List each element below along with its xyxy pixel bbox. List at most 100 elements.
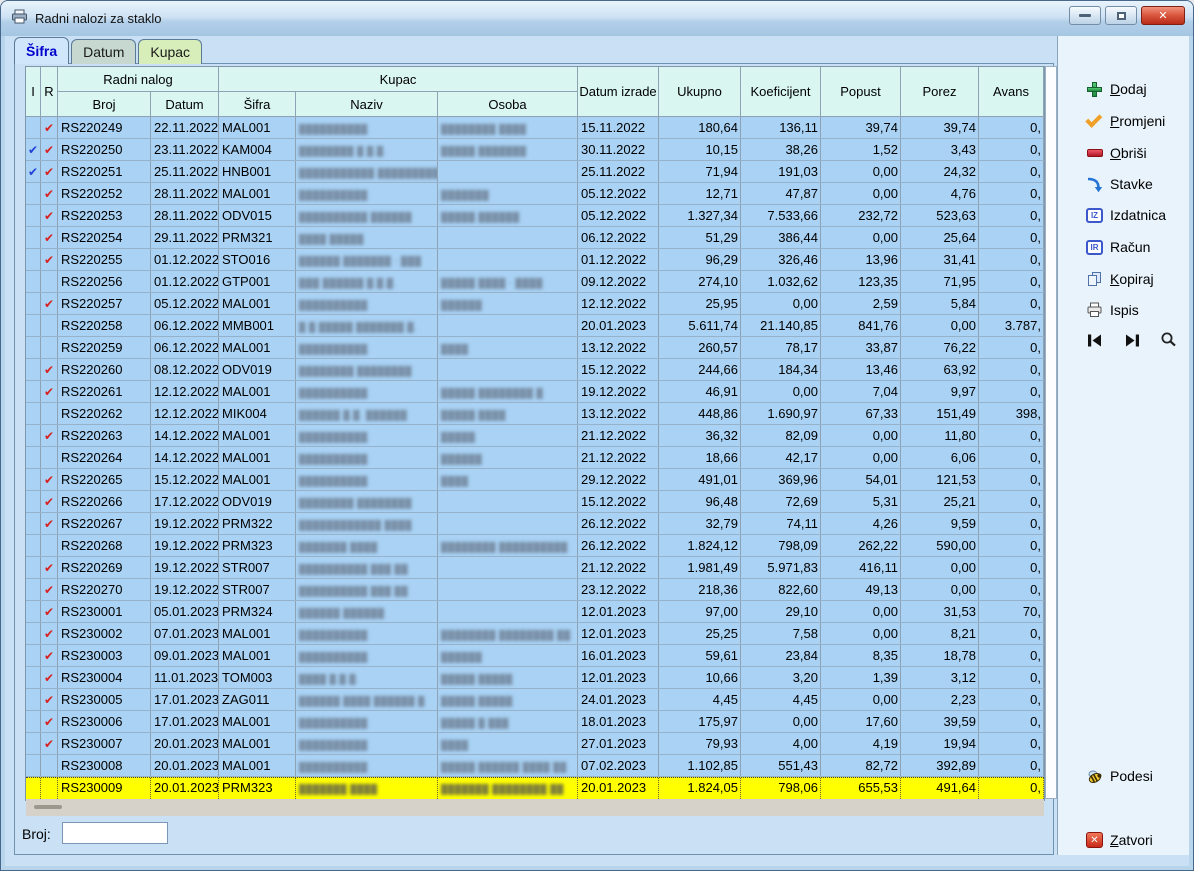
table-row[interactable]: RS22026314.12.2022MAL001███████████████2… bbox=[26, 425, 1044, 447]
kopiraj-button[interactable]: Kopiraj bbox=[1086, 268, 1154, 290]
cell-sifra: MAL001 bbox=[219, 623, 296, 644]
red-check-icon bbox=[44, 293, 54, 314]
table-row[interactable]: RS22025601.12.2022GTP001███ ██████ █.█.█… bbox=[26, 271, 1044, 293]
table-row[interactable]: RS22026617.12.2022ODV019████████ ███████… bbox=[26, 491, 1044, 513]
cell-sifra: MAL001 bbox=[219, 645, 296, 666]
close-red-icon bbox=[1086, 832, 1103, 848]
cell-izrade: 16.01.2023 bbox=[578, 645, 659, 666]
table-row[interactable]: RS22026414.12.2022MAL001████████████████… bbox=[26, 447, 1044, 469]
tab-datum[interactable]: Datum bbox=[71, 39, 136, 64]
nav-first-button[interactable] bbox=[1084, 331, 1104, 349]
table-row[interactable]: RS22025228.11.2022MAL001████████████████… bbox=[26, 183, 1044, 205]
table-row[interactable]: RS23000105.01.2023PRM324██████ ██████12.… bbox=[26, 601, 1044, 623]
cell-osoba-redacted: ████ bbox=[438, 337, 578, 358]
zatvori-label: Zatvori bbox=[1110, 832, 1153, 848]
podesi-button[interactable]: Podesi bbox=[1086, 765, 1153, 787]
table-row[interactable]: RS22025023.11.2022KAM004████████ █ █.█.█… bbox=[26, 139, 1044, 161]
table-row[interactable]: RS22025429.11.2022PRM321████ █████06.12.… bbox=[26, 227, 1044, 249]
cell-osoba-redacted: █████ ██████ bbox=[438, 205, 578, 226]
cell-koeficijent: 0,00 bbox=[741, 381, 821, 402]
table-row[interactable]: RS23000820.01.2023MAL001███████████████ … bbox=[26, 755, 1044, 777]
cell-porez: 3,12 bbox=[901, 667, 979, 688]
cell-porez: 9,59 bbox=[901, 513, 979, 534]
cell-sifra: MAL001 bbox=[219, 337, 296, 358]
obrisi-button[interactable]: Obriši bbox=[1086, 142, 1147, 164]
cell-izrade: 09.12.2022 bbox=[578, 271, 659, 292]
table-row[interactable]: RS22026008.12.2022ODV019████████ ███████… bbox=[26, 359, 1044, 381]
table-row[interactable]: RS22026112.12.2022MAL001███████████████ … bbox=[26, 381, 1044, 403]
table-row[interactable]: RS22024922.11.2022MAL001████████████████… bbox=[26, 117, 1044, 139]
table-row[interactable]: RS22025125.11.2022HNB001███████████ ████… bbox=[26, 161, 1044, 183]
stavke-button[interactable]: Stavke bbox=[1086, 173, 1153, 195]
dodaj-button[interactable]: Dodaj bbox=[1086, 78, 1147, 100]
cell-broj: RS230002 bbox=[58, 623, 151, 644]
cell-ukupno: 1.824,05 bbox=[659, 778, 741, 799]
table-row[interactable]: RS22025328.11.2022ODV015██████████ █████… bbox=[26, 205, 1044, 227]
table-row[interactable]: RS23000309.01.2023MAL001████████████████… bbox=[26, 645, 1044, 667]
i-check-cell bbox=[26, 271, 41, 292]
table-row-selected[interactable]: RS23000920.01.2023PRM323███████ ████████… bbox=[26, 777, 1044, 800]
table-row[interactable]: RS22025906.12.2022MAL001██████████████13… bbox=[26, 337, 1044, 359]
table-row[interactable]: RS23000411.01.2023TOM003████ █.█.█.█████… bbox=[26, 667, 1044, 689]
table-row[interactable]: RS22026919.12.2022STR007██████████ ███ █… bbox=[26, 557, 1044, 579]
close-button[interactable]: ✕ bbox=[1141, 6, 1185, 25]
table-row[interactable]: RS23000517.01.2023ZAG011██████ ████ ████… bbox=[26, 689, 1044, 711]
table-row[interactable]: RS22026212.12.2022MIK004██████ █.█. ████… bbox=[26, 403, 1044, 425]
cell-ukupno: 32,79 bbox=[659, 513, 741, 534]
horizontal-scrollbar-thumb[interactable] bbox=[34, 805, 62, 809]
cell-koeficijent: 1.690,97 bbox=[741, 403, 821, 424]
cell-porez: 590,00 bbox=[901, 535, 979, 556]
table-row[interactable]: RS22025705.12.2022MAL001████████████████… bbox=[26, 293, 1044, 315]
table-row[interactable]: RS22025501.12.2022STO016██████ ███████ -… bbox=[26, 249, 1044, 271]
table-row[interactable]: RS23000207.01.2023MAL001████████████████… bbox=[26, 623, 1044, 645]
cell-ukupno: 244,66 bbox=[659, 359, 741, 380]
izdatnica-button[interactable]: IZIzdatnica bbox=[1086, 204, 1166, 226]
promjeni-button[interactable]: Promjeni bbox=[1086, 110, 1165, 132]
tab-sifra[interactable]: Šifra bbox=[14, 37, 69, 64]
cell-popust: 5,31 bbox=[821, 491, 901, 512]
r-check-cell bbox=[41, 293, 58, 314]
cell-naziv-redacted: ███████████ █████████ bbox=[296, 161, 438, 182]
cell-osoba-redacted bbox=[438, 491, 578, 512]
cell-sifra: MAL001 bbox=[219, 755, 296, 776]
cell-avans: 0, bbox=[979, 557, 1044, 578]
table-row[interactable]: RS23000617.01.2023MAL001███████████████ … bbox=[26, 711, 1044, 733]
table-row[interactable]: RS22026719.12.2022PRM322████████████ ███… bbox=[26, 513, 1044, 535]
cell-naziv-redacted: ████ █████ bbox=[296, 227, 438, 248]
r-check-cell bbox=[41, 623, 58, 644]
cell-broj: RS220265 bbox=[58, 469, 151, 490]
zatvori-button[interactable]: Zatvori bbox=[1086, 829, 1153, 851]
table-row[interactable]: RS22025806.12.2022MMB001█ █ █████ ██████… bbox=[26, 315, 1044, 337]
racun-button[interactable]: IRRačun bbox=[1086, 236, 1150, 258]
table-row[interactable]: RS23000720.01.2023MAL001██████████████27… bbox=[26, 733, 1044, 755]
ispis-button[interactable]: Ispis bbox=[1086, 299, 1139, 321]
cell-avans: 0, bbox=[979, 711, 1044, 732]
cell-datum: 28.11.2022 bbox=[151, 205, 219, 226]
cell-izrade: 18.01.2023 bbox=[578, 711, 659, 732]
restore-button[interactable] bbox=[1105, 6, 1137, 25]
iz-badge-icon: IZ bbox=[1086, 207, 1103, 224]
table-row[interactable]: RS22027019.12.2022STR007██████████ ███ █… bbox=[26, 579, 1044, 601]
cell-ukupno: 1.981,49 bbox=[659, 557, 741, 578]
cell-avans: 0, bbox=[979, 425, 1044, 446]
cell-avans: 0, bbox=[979, 755, 1044, 776]
nav-last-button[interactable] bbox=[1122, 331, 1142, 349]
vertical-scrollbar[interactable] bbox=[1045, 66, 1057, 799]
search-button[interactable] bbox=[1158, 330, 1178, 348]
horizontal-scrollbar[interactable] bbox=[26, 799, 1044, 816]
i-check-cell bbox=[26, 579, 41, 600]
cell-popust: 0,00 bbox=[821, 689, 901, 710]
broj-input[interactable] bbox=[62, 822, 168, 844]
table-row[interactable]: RS22026515.12.2022MAL001██████████████29… bbox=[26, 469, 1044, 491]
cell-datum: 06.12.2022 bbox=[151, 315, 219, 336]
minimize-button[interactable] bbox=[1069, 6, 1101, 25]
cell-izrade: 15.12.2022 bbox=[578, 491, 659, 512]
cell-porez: 2,23 bbox=[901, 689, 979, 710]
cell-izrade: 30.11.2022 bbox=[578, 139, 659, 160]
red-check-icon bbox=[44, 117, 54, 138]
table-row[interactable]: RS22026819.12.2022PRM323███████ ████████… bbox=[26, 535, 1044, 557]
window-title: Radni nalozi za staklo bbox=[35, 11, 161, 26]
cell-porez: 9,97 bbox=[901, 381, 979, 402]
tab-kupac[interactable]: Kupac bbox=[138, 39, 202, 64]
panel-divider bbox=[1057, 36, 1058, 855]
